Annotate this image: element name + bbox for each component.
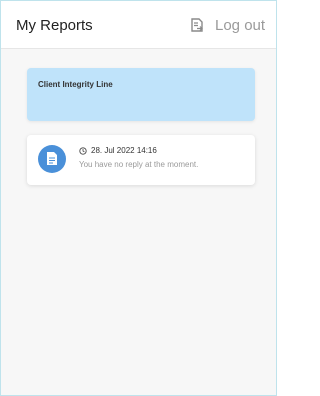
header-bar: My Reports Log out xyxy=(1,1,276,49)
document-icon xyxy=(38,145,66,173)
logout-button[interactable]: Log out xyxy=(191,16,265,34)
message-status-text: You have no reply at the moment. xyxy=(79,160,199,169)
app-frame: My Reports Log out Client Integrity Line xyxy=(0,0,277,396)
report-section-title: Client Integrity Line xyxy=(38,80,113,89)
logout-label: Log out xyxy=(215,16,266,34)
clock-icon xyxy=(79,146,87,155)
page-title: My Reports xyxy=(16,17,93,34)
message-card[interactable]: 28. Jul 2022 14:16 You have no reply at … xyxy=(27,135,255,185)
message-timestamp-row: 28. Jul 2022 14:16 xyxy=(79,146,157,155)
message-timestamp: 28. Jul 2022 14:16 xyxy=(91,146,157,155)
logout-icon xyxy=(191,18,203,32)
report-section-card: Client Integrity Line xyxy=(27,68,255,121)
